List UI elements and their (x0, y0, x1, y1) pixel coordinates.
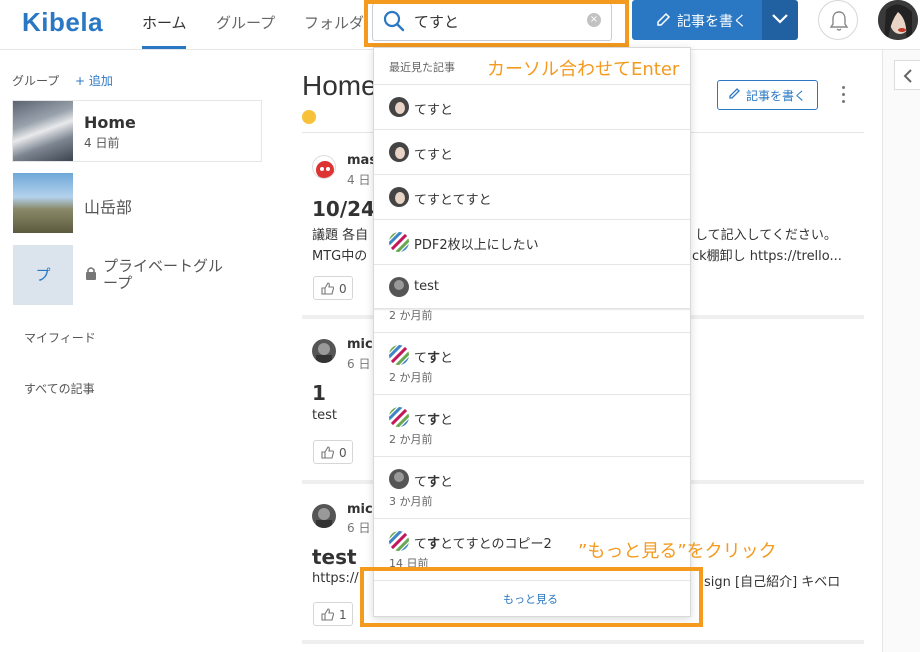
post-time: 4 日 (347, 173, 371, 187)
post-author-avatar[interactable] (312, 339, 336, 363)
like-count: 0 (339, 446, 347, 460)
search-result-title: てすと (414, 413, 454, 428)
pencil-icon (729, 88, 740, 99)
post-time: 6 日 (347, 521, 371, 535)
write-dropdown-button[interactable] (762, 0, 798, 40)
thumbs-up-icon (321, 446, 335, 459)
sidebar-group-private[interactable]: プライベートグループ (103, 258, 223, 292)
like-button[interactable]: 1 (313, 602, 353, 626)
search-result-time: 3 か月前 (389, 495, 433, 508)
sidebar-my-feed[interactable]: マイフィード (24, 329, 96, 346)
recent-articles-label: 最近見た記事 (389, 61, 455, 74)
article-author-avatar (389, 142, 409, 162)
post-body-line: https:// (312, 571, 359, 586)
post-body-line: MTG中の (312, 249, 368, 264)
group-thumbnail-private[interactable]: プ (13, 245, 73, 305)
group-updated-time: 4 日前 (84, 136, 120, 150)
post-title[interactable]: 1 (312, 381, 326, 405)
panel-toggle-button[interactable] (894, 60, 920, 90)
search-result-title: てすと (414, 351, 454, 366)
post-author-name[interactable]: mic (347, 502, 373, 517)
right-panel-strip (882, 50, 920, 652)
annotation-box-more (360, 567, 703, 627)
nav-home[interactable]: ホーム (142, 12, 187, 33)
recent-article-title: PDF2枚以上にしたい (414, 238, 539, 253)
bell-icon (829, 11, 849, 31)
kibela-logo[interactable]: Kibela (22, 7, 103, 38)
thumbs-up-icon (321, 608, 335, 621)
avatar-image (316, 343, 332, 363)
striped-avatar-icon (389, 407, 409, 427)
recent-article-title: てすと (414, 148, 454, 163)
add-group-link[interactable]: + 追加 (75, 72, 113, 89)
like-button[interactable]: 0 (313, 440, 353, 464)
like-button[interactable]: 0 (313, 276, 353, 300)
annotation-more-hint: ”もっと見る”をクリック (578, 541, 777, 562)
lock-icon (86, 267, 96, 280)
post-author-avatar[interactable] (312, 504, 336, 528)
more-options-icon[interactable] (839, 86, 847, 106)
recent-article-title: てすとてすと (414, 193, 492, 208)
like-count: 1 (339, 608, 347, 622)
pencil-icon (657, 12, 671, 26)
avatar-image (316, 161, 334, 178)
recent-article-title: test (414, 279, 439, 294)
annotation-enter-hint: カーソル合わせてEnter (487, 59, 680, 80)
article-author-avatar (389, 469, 409, 489)
post-author-name[interactable]: mic (347, 337, 373, 352)
post-body-line: 議題 各自 (312, 228, 369, 243)
avatar-image (316, 508, 332, 528)
post-title[interactable]: 10/24 (312, 197, 375, 221)
user-avatar[interactable] (878, 0, 918, 40)
post-body-line: test (312, 408, 337, 423)
nav-active-indicator (142, 46, 186, 49)
nav-groups[interactable]: グループ (216, 12, 275, 33)
article-author-avatar (389, 277, 409, 297)
search-result-time: 2 か月前 (389, 433, 433, 446)
search-result-time: 2 か月前 (389, 371, 433, 384)
sidebar-all-articles[interactable]: すべての記事 (24, 380, 95, 397)
group-thumbnail-home (13, 101, 73, 161)
write-article-label: 記事を書く (677, 14, 747, 30)
article-author-avatar (389, 187, 409, 207)
group-thumbnail-mountain[interactable] (13, 173, 73, 233)
post-time: 6 日 (347, 357, 371, 371)
like-count: 0 (339, 282, 347, 296)
thumbs-up-icon (321, 282, 335, 295)
recent-article-title: てすと (414, 103, 454, 118)
post-separator (302, 640, 864, 644)
striped-avatar-icon (389, 232, 409, 252)
sidebar-group-mountain[interactable]: 山岳部 (84, 194, 132, 218)
post-author-avatar[interactable] (312, 155, 336, 179)
striped-avatar-icon (389, 531, 409, 551)
post-body-line: sign [自己紹介] キベロ (704, 575, 841, 590)
post-title[interactable]: test (312, 545, 357, 569)
post-body-line: して記入してください。 (695, 228, 837, 243)
striped-avatar-icon (389, 345, 409, 365)
page-title: Home (302, 70, 377, 101)
chevron-down-icon (772, 14, 788, 24)
annotation-box-search (364, 0, 629, 47)
search-result-title: てすと (414, 475, 454, 490)
emoji-icon (302, 110, 316, 124)
main-write-label: 記事を書く (746, 89, 807, 103)
chevron-left-icon (903, 69, 912, 83)
search-result-title: てすとてすとのコピー2 (414, 537, 552, 552)
result-time-partial: 2 か月前 (389, 309, 433, 322)
notifications-button[interactable] (818, 0, 858, 40)
article-author-avatar (389, 97, 409, 117)
group-title: Home (84, 113, 136, 132)
sidebar-groups-label: グループ (12, 74, 60, 88)
avatar-image (878, 0, 918, 40)
nav-folders[interactable]: フォルダ (304, 12, 366, 33)
post-body-line: ck棚卸し https://trello... (692, 249, 842, 264)
